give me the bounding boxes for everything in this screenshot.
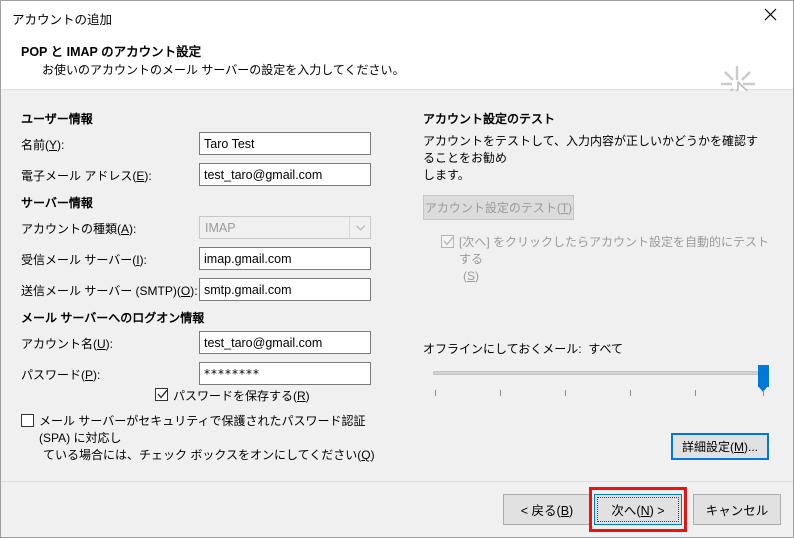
account-type-label: アカウントの種類(A): — [21, 222, 137, 236]
offline-mail-slider[interactable] — [433, 365, 769, 396]
auto-test-label: [次へ] をクリックしたらアカウント設定を自動的にテストする (S) — [459, 235, 770, 283]
back-button[interactable]: < 戻る(B) — [503, 494, 591, 525]
slider-tick — [763, 390, 764, 396]
close-button[interactable] — [747, 1, 793, 31]
next-button-label: 次へ(N) > — [611, 504, 665, 518]
header-band: POP と IMAP のアカウント設定 お使いのアカウントのメール サーバーの設… — [1, 32, 793, 117]
account-type-select[interactable]: IMAP — [199, 216, 371, 239]
incoming-server-input[interactable]: imap.gmail.com — [199, 247, 371, 270]
spa-label: メール サーバーがセキュリティで保護されたパスワード認証 (SPA) に対応し … — [39, 414, 375, 462]
save-password-label: パスワードを保存する(R) — [173, 389, 310, 403]
password-label: パスワード(P): — [21, 368, 101, 382]
slider-tick — [435, 390, 436, 396]
cancel-button-label: キャンセル — [705, 504, 769, 518]
window-title: アカウントの追加 — [12, 13, 113, 27]
checkbox-box — [21, 414, 34, 427]
account-name-label: アカウント名(U): — [21, 337, 114, 351]
group-user-info: ユーザー情報 — [21, 112, 93, 126]
email-label: 電子メール アドレス(E): — [21, 169, 152, 183]
account-name-input[interactable]: test_taro@gmail.com — [199, 331, 371, 354]
slider-tick — [695, 390, 696, 396]
email-input[interactable]: test_taro@gmail.com — [199, 163, 371, 186]
back-button-label: < 戻る(B) — [520, 504, 574, 518]
name-label: 名前(Y): — [21, 138, 65, 152]
add-account-dialog: アカウントの追加 POP と IMAP のアカウント設定 お使いのアカウントのメ… — [0, 0, 794, 538]
slider-track — [433, 371, 769, 375]
close-icon — [764, 8, 777, 24]
test-account-settings-label: アカウント設定のテスト(T) — [424, 201, 573, 215]
more-settings-button[interactable]: 詳細設定(M)... — [671, 433, 769, 460]
slider-tick — [565, 390, 566, 396]
checkbox-box — [441, 235, 454, 248]
slider-tick — [630, 390, 631, 396]
password-input[interactable]: ******** — [199, 362, 371, 385]
test-account-settings-button[interactable]: アカウント設定のテスト(T) — [423, 195, 574, 220]
checkbox-box — [155, 388, 168, 401]
page-subtitle: お使いのアカウントのメール サーバーの設定を入力してください。 — [42, 63, 405, 77]
group-server-info: サーバー情報 — [21, 196, 93, 210]
name-input[interactable]: Taro Test — [199, 132, 371, 155]
cancel-button[interactable]: キャンセル — [693, 494, 781, 525]
test-settings-title: アカウント設定のテスト — [423, 112, 556, 126]
incoming-server-label: 受信メール サーバー(I): — [21, 253, 147, 267]
next-button[interactable]: 次へ(N) > — [594, 494, 682, 525]
slider-thumb[interactable] — [758, 365, 769, 392]
offline-mail-label: オフラインにしておくメール: すべて — [423, 342, 623, 356]
slider-tick — [500, 390, 501, 396]
group-logon-info: メール サーバーへのログオン情報 — [21, 311, 205, 325]
outgoing-server-label: 送信メール サーバー (SMTP)(O): — [21, 284, 198, 298]
dialog-footer: < 戻る(B) 次へ(N) > キャンセル — [1, 481, 793, 537]
outgoing-server-input[interactable]: smtp.gmail.com — [199, 278, 371, 301]
test-settings-description: アカウントをテストして、入力内容が正しいかどうかを確認することをお勧め します。 — [423, 134, 759, 182]
more-settings-label: 詳細設定(M)... — [682, 440, 758, 454]
dialog-body: ユーザー情報 名前(Y): Taro Test 電子メール アドレス(E): t… — [1, 91, 793, 481]
chevron-down-icon — [349, 217, 370, 238]
account-type-value: IMAP — [205, 221, 236, 235]
title-bar: アカウントの追加 — [1, 1, 793, 32]
page-title: POP と IMAP のアカウント設定 — [21, 45, 202, 59]
